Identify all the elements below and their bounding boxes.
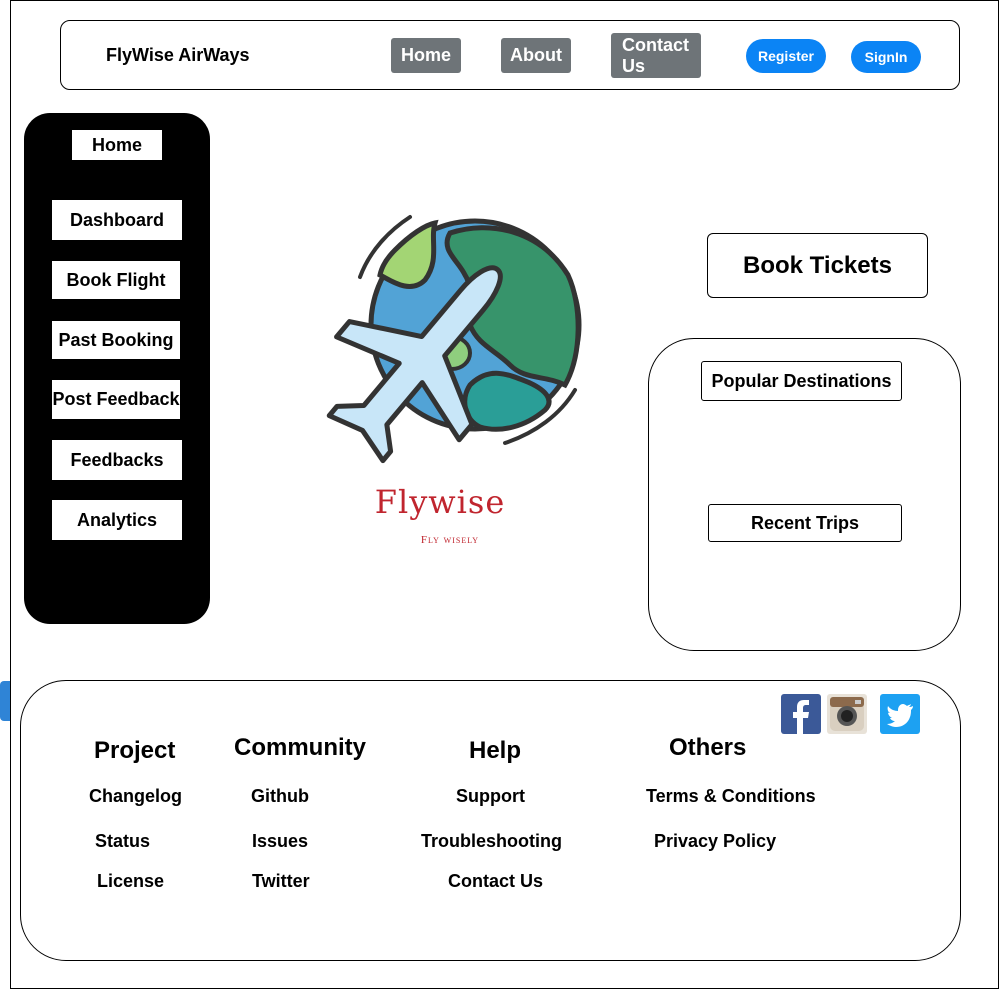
footer-link-changelog[interactable]: Changelog (89, 786, 182, 807)
footer-link-terms[interactable]: Terms & Conditions (646, 786, 816, 807)
quick-links-panel: Popular Destinations Recent Trips (648, 338, 961, 651)
edge-tab[interactable] (0, 681, 10, 721)
flywise-logo-graphic (300, 205, 600, 475)
facebook-icon[interactable] (781, 694, 821, 734)
footer-link-twitter[interactable]: Twitter (252, 871, 310, 892)
logo-wordmark: Flywise (374, 483, 506, 521)
sidebar-item-past-booking[interactable]: Past Booking (52, 321, 180, 359)
nav-contact-button[interactable]: Contact Us (611, 33, 701, 78)
brand-name: FlyWise AirWays (106, 45, 250, 65)
footer-heading-community: Community (234, 734, 366, 761)
signin-button[interactable]: SignIn (851, 41, 921, 73)
footer-link-support[interactable]: Support (456, 786, 525, 807)
recent-trips-button[interactable]: Recent Trips (708, 504, 902, 542)
footer-heading-help: Help (469, 737, 522, 764)
logo-tagline: Fly wisely (420, 534, 480, 546)
footer-link-privacy[interactable]: Privacy Policy (654, 831, 776, 852)
footer: Project Changelog Status License Communi… (20, 680, 961, 961)
footer-heading-project: Project (94, 737, 176, 764)
footer-link-troubleshooting[interactable]: Troubleshooting (421, 831, 562, 852)
footer-link-contact-us[interactable]: Contact Us (448, 871, 543, 892)
footer-heading-others: Others (669, 734, 747, 761)
nav-about-button[interactable]: About (501, 38, 571, 73)
popular-destinations-button[interactable]: Popular Destinations (701, 361, 902, 401)
sidebar-item-post-feedback[interactable]: Post Feedback (52, 380, 180, 419)
book-tickets-button[interactable]: Book Tickets (707, 233, 928, 298)
footer-link-issues[interactable]: Issues (252, 831, 308, 852)
footer-link-status[interactable]: Status (95, 831, 150, 852)
twitter-icon[interactable] (880, 694, 920, 734)
sidebar: Home Dashboard Book Flight Past Booking … (24, 113, 210, 624)
sidebar-item-dashboard[interactable]: Dashboard (52, 200, 182, 240)
footer-link-license[interactable]: License (97, 871, 164, 892)
sidebar-item-feedbacks[interactable]: Feedbacks (52, 440, 182, 480)
register-button[interactable]: Register (746, 39, 826, 73)
top-navbar: FlyWise AirWays Home About Contact Us Re… (60, 20, 960, 90)
footer-link-github[interactable]: Github (251, 786, 309, 807)
instagram-icon[interactable] (827, 694, 867, 734)
sidebar-item-book-flight[interactable]: Book Flight (52, 261, 180, 299)
sidebar-item-home[interactable]: Home (72, 130, 162, 160)
nav-home-button[interactable]: Home (391, 38, 461, 73)
sidebar-item-analytics[interactable]: Analytics (52, 500, 182, 540)
